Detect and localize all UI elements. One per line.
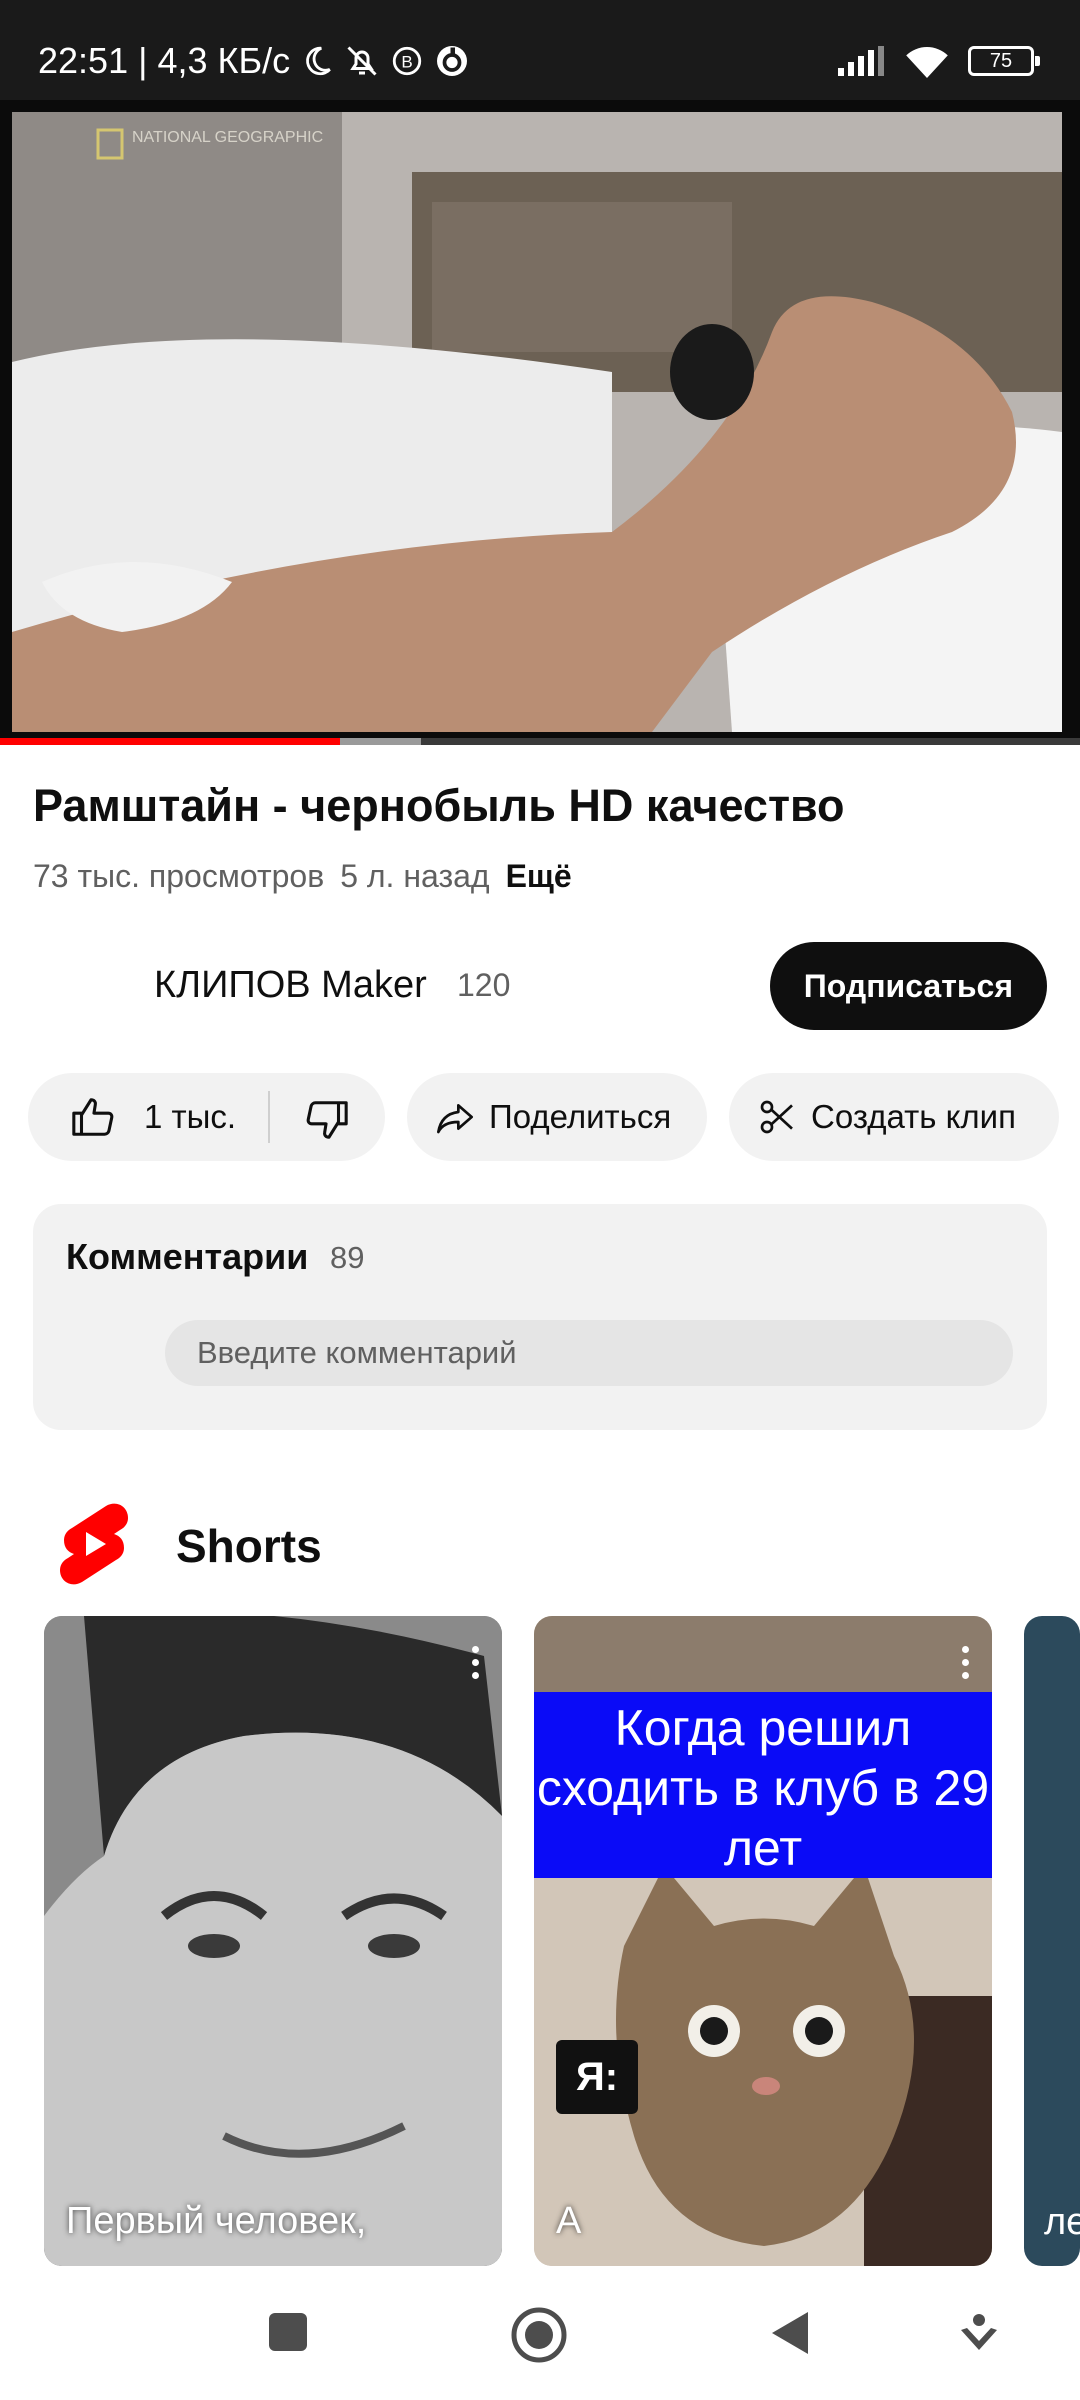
share-icon (437, 1104, 473, 1134)
scissors-icon (760, 1100, 793, 1134)
b-circle-icon: B (392, 46, 422, 76)
short-banner-text: Когда решил сходить в клуб в 29 лет (534, 1692, 992, 1878)
comments-title: Комментарии (66, 1236, 309, 1277)
battery-level: 75 (989, 50, 1013, 72)
video-watermark: NATIONAL GEOGRAPHIC (132, 129, 323, 146)
short-menu-icon[interactable] (960, 1646, 970, 1685)
sync-icon (437, 46, 468, 76)
progress-played (0, 738, 341, 745)
video-player[interactable]: NATIONAL GEOGRAPHIC (0, 100, 1080, 738)
upload-age: 5 л. назад (340, 858, 490, 894)
wifi-icon (906, 47, 948, 78)
signal-icon (838, 46, 884, 76)
system-nav-bar (0, 2266, 1080, 2400)
like-count[interactable]: 1 тыс. (144, 1098, 236, 1136)
video-frame: NATIONAL GEOGRAPHIC (12, 112, 1062, 732)
comments-count: 89 (330, 1240, 365, 1275)
share-button[interactable]: Поделиться (407, 1073, 707, 1161)
short-card[interactable]: Когда решил сходить в клуб в 29 лет Я: А (534, 1616, 992, 2266)
like-dislike-chip: 1 тыс. (28, 1073, 385, 1161)
status-time: 22:51 (38, 40, 129, 81)
short-caption: А (556, 2200, 582, 2242)
status-left: 22:51 | 4,3 КБ/с B (38, 40, 470, 82)
action-chips: 1 тыс. Поделиться Создать клип (28, 1073, 1059, 1161)
comments-panel[interactable]: Комментарии 89 (33, 1204, 1047, 1430)
thumbs-up-icon[interactable] (70, 1094, 116, 1140)
more-link[interactable]: Ещё (506, 858, 572, 895)
short-menu-icon[interactable] (470, 1646, 480, 1685)
create-clip-button[interactable]: Создать клип (729, 1073, 1059, 1161)
view-count: 73 тыс. просмотров (33, 858, 325, 894)
subscribe-button[interactable]: Подписаться (769, 942, 1047, 1030)
video-meta[interactable]: 73 тыс. просмотров 5 л. назад Ещё (33, 858, 572, 895)
network-speed: | 4,3 КБ/с (138, 40, 291, 81)
channel-name[interactable]: КЛИПОВ Maker (154, 964, 427, 1007)
assistant-down-icon[interactable] (958, 2312, 1000, 2354)
bell-off-icon (347, 46, 377, 76)
shorts-icon (60, 1503, 128, 1585)
short-card[interactable]: Первый человек, (44, 1616, 502, 2266)
thumbs-down-icon[interactable] (304, 1097, 350, 1143)
svg-text:B: B (401, 52, 412, 71)
shorts-logo (56, 1500, 132, 1590)
channel-row[interactable]: КЛИПОВ Maker 120 Подписаться (0, 942, 1080, 1032)
back-triangle-icon[interactable] (770, 2310, 810, 2356)
video-title[interactable]: Рамштайн - чернобыль HD качество (33, 778, 1043, 834)
short-caption: ле (1044, 2201, 1080, 2243)
recents-square-icon[interactable] (268, 2312, 308, 2352)
short-thumbnail (44, 1616, 502, 2266)
short-card[interactable]: ле (1024, 1616, 1080, 2266)
battery-icon: 75 (968, 46, 1040, 76)
comment-input[interactable] (165, 1320, 1013, 1386)
moon-icon (306, 46, 331, 76)
short-caption: Первый человек, (66, 2200, 367, 2242)
channel-avatar[interactable] (33, 954, 103, 1024)
share-label: Поделиться (489, 1098, 672, 1135)
short-overlay-label: Я: (556, 2040, 638, 2114)
home-circle-icon[interactable] (510, 2306, 568, 2364)
status-right: 75 (838, 44, 1040, 78)
status-bar: 22:51 | 4,3 КБ/с B 75 (0, 0, 1080, 100)
user-avatar (66, 1320, 130, 1384)
clip-label: Создать клип (811, 1098, 1016, 1135)
video-progress-bar[interactable] (0, 738, 1080, 745)
subscriber-count: 120 (457, 967, 511, 1003)
shorts-title: Shorts (176, 1520, 322, 1572)
chip-divider (268, 1091, 270, 1143)
